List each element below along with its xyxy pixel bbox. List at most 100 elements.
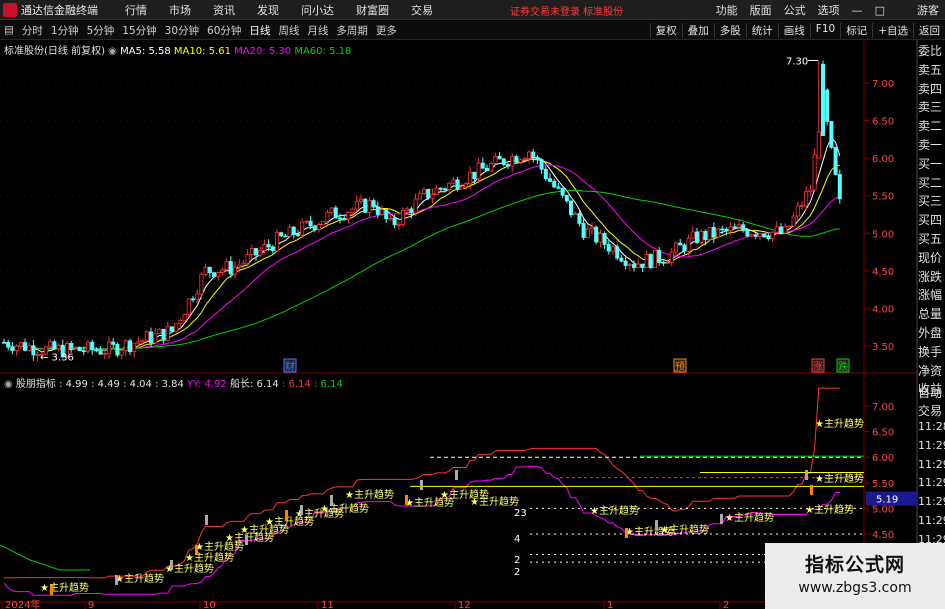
candle-body	[430, 194, 435, 199]
sub-green-line	[0, 544, 90, 571]
candlestick-chart[interactable]: 7.00 6.50 6.00 5.50 5.00 4.50 4.00 3.50 7.00 6.50…	[0, 40, 918, 609]
tool-button[interactable]: 返回	[913, 22, 945, 38]
tick-time: 11:29	[918, 457, 945, 471]
candle-body	[657, 250, 662, 263]
candle-body	[417, 193, 422, 200]
candle-body	[224, 261, 229, 271]
top-menu-item[interactable]: 版面	[744, 2, 778, 18]
price-label: 6.00	[872, 154, 894, 165]
tool-button[interactable]: 多股	[713, 22, 746, 38]
candle-body	[510, 156, 515, 167]
x-axis-label: 10	[203, 600, 216, 609]
candle-body	[535, 156, 540, 161]
tool-button[interactable]: F10	[809, 22, 840, 38]
candle-body	[379, 209, 384, 215]
candle-body	[396, 224, 401, 226]
candle-body	[283, 235, 288, 238]
candle-body	[199, 274, 204, 295]
candle-body	[237, 264, 242, 268]
tool-button[interactable]: 画线	[777, 22, 810, 38]
candle-body	[140, 339, 145, 343]
menu-item[interactable]: 交易	[400, 2, 444, 18]
candle-body	[611, 246, 616, 252]
candle-body	[94, 349, 99, 352]
candle-body	[590, 226, 595, 230]
candle-body	[186, 298, 191, 315]
price-label: 5.50	[872, 192, 894, 203]
candle-body	[661, 261, 666, 264]
candle-body	[69, 343, 74, 349]
period-tab[interactable]: 多周期	[332, 23, 372, 38]
menu-item[interactable]: 发现	[246, 2, 290, 18]
ma-line-10	[3, 158, 840, 351]
menu-item[interactable]: 市场	[158, 2, 202, 18]
period-tab[interactable]: 1分钟	[47, 23, 83, 38]
price-label: 6.50	[872, 117, 894, 128]
period-tab[interactable]: 5分钟	[83, 23, 119, 38]
candle-body	[543, 168, 548, 180]
period-tab[interactable]: 周线	[274, 23, 303, 38]
top-menu-item[interactable]: 选项	[812, 2, 846, 18]
candle-body	[48, 341, 53, 348]
price-label: 5.00	[872, 229, 894, 240]
signal-bar	[170, 560, 173, 570]
candle-body	[333, 207, 338, 219]
maximize-icon[interactable]: □	[869, 4, 891, 17]
candle-body	[493, 155, 498, 164]
period-tab[interactable]: 分时	[18, 23, 47, 38]
app-logo-icon	[3, 2, 17, 17]
period-tab[interactable]: 更多	[372, 23, 401, 38]
candle-body	[123, 340, 128, 352]
menu-item[interactable]: 财富圈	[345, 2, 400, 18]
period-tab[interactable]: 60分钟	[203, 23, 245, 38]
signal-number: 2	[514, 555, 520, 566]
menu-item[interactable]: 行情	[114, 2, 158, 18]
signal-bar	[810, 485, 813, 495]
candle-body	[174, 323, 179, 332]
candle-body	[136, 341, 141, 344]
tool-button[interactable]: 复权	[649, 22, 682, 38]
tool-button[interactable]: 叠加	[681, 22, 714, 38]
quote-label: 总量	[918, 307, 943, 322]
period-tab[interactable]: 月线	[303, 23, 332, 38]
candle-body	[287, 226, 292, 237]
period-tab[interactable]: 15分钟	[118, 23, 160, 38]
period-icon[interactable]: ▤	[0, 24, 18, 36]
price-label: 3.50	[872, 342, 894, 353]
low-label: ← 3.36	[40, 353, 74, 364]
menu-item[interactable]: 问小达	[290, 2, 345, 18]
candle-body	[132, 342, 137, 353]
candle-body	[548, 178, 553, 182]
tool-button[interactable]: 统计	[745, 22, 778, 38]
candle-body	[602, 233, 607, 245]
candle-body	[737, 224, 742, 228]
minimize-icon[interactable]: —	[846, 4, 869, 17]
tool-button[interactable]: 标记	[840, 22, 872, 38]
quote-label: 买二	[918, 175, 943, 190]
login-warning[interactable]: 证券交易未登录 标准股份	[510, 3, 623, 18]
candle-body	[573, 213, 578, 216]
candle-body	[274, 232, 279, 252]
watermark-url: www.zbgs3.com	[798, 580, 912, 596]
guest-button[interactable]: 游客	[911, 2, 945, 18]
candle-body	[27, 345, 32, 351]
sub-price-label: 5.00	[872, 504, 894, 515]
candle-body	[451, 179, 456, 184]
tick-time: 11:29	[918, 495, 945, 509]
top-menu-item[interactable]: 功能	[710, 2, 744, 18]
candle-body	[678, 242, 683, 246]
signal-label: ★主升趋势	[725, 511, 774, 524]
period-tab[interactable]: 日线	[245, 23, 274, 38]
quote-label: 买四	[918, 213, 943, 228]
candle-body	[728, 226, 733, 232]
title-bar: 通达信金融终端 行情 市场 资讯 发现 问小达 财富圈 交易 证券交易未登录 标准股份 功能…	[0, 0, 945, 20]
period-tab[interactable]: 30分钟	[161, 23, 203, 38]
top-menu-item[interactable]: 公式	[778, 2, 812, 18]
candle-body	[795, 205, 800, 217]
candle-body	[400, 210, 405, 225]
candle-body	[501, 158, 506, 165]
trade-label[interactable]: 自动	[918, 384, 945, 402]
menu-item[interactable]: 资讯	[202, 2, 246, 18]
candle-body	[144, 331, 149, 341]
tool-button[interactable]: +自选	[872, 22, 913, 38]
